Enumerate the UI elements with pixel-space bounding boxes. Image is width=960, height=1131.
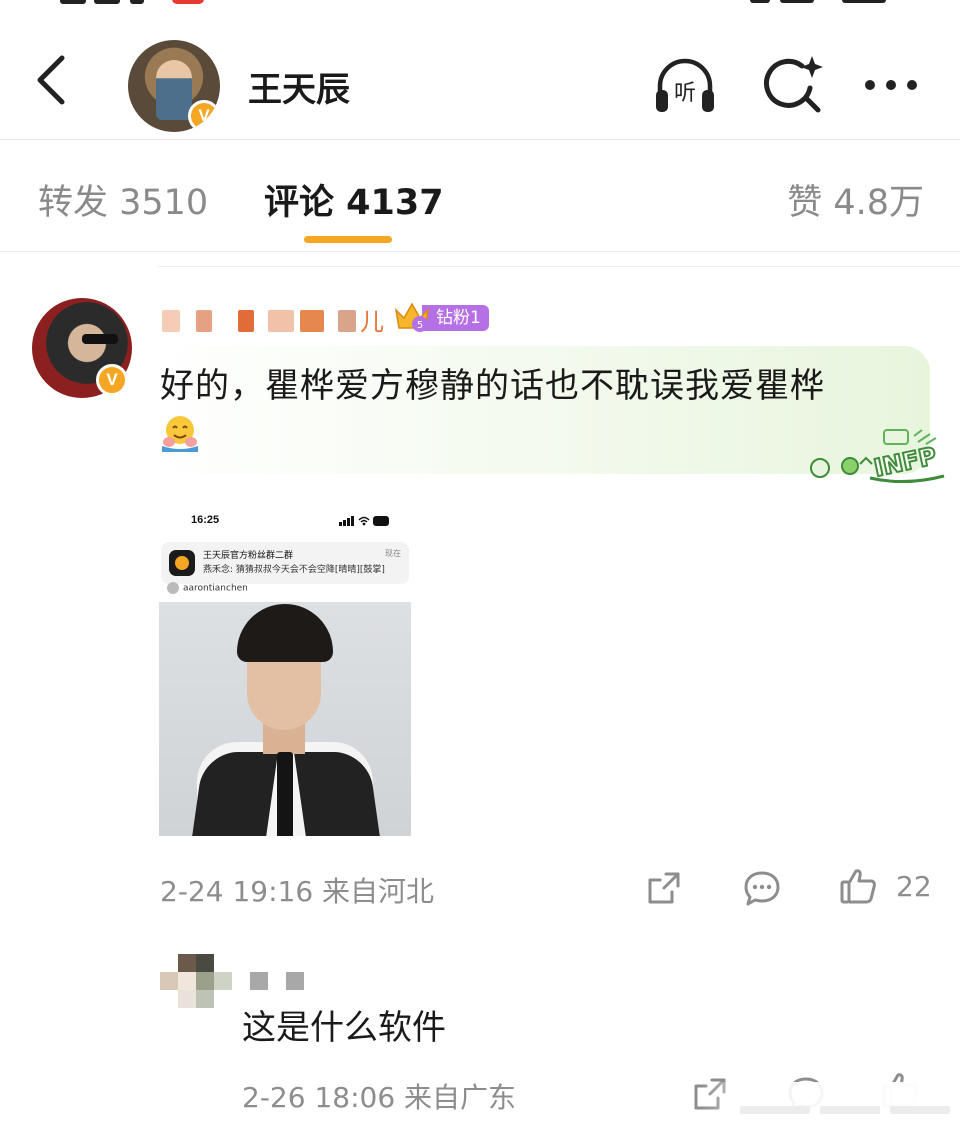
commenter-username-blurred[interactable]	[160, 302, 390, 336]
image-portrait-photo	[159, 602, 411, 836]
more-button[interactable]	[860, 52, 926, 118]
svg-text:5: 5	[417, 320, 423, 331]
back-button[interactable]	[28, 50, 78, 110]
more-dots-icon	[865, 80, 917, 90]
comment-meta: 2-24 19:16 来自河北	[160, 875, 435, 908]
infp-sticker-art: INFP	[810, 429, 945, 483]
reply-text: 这是什么软件	[242, 1008, 446, 1048]
svg-text:听: 听	[674, 81, 696, 106]
comment-image[interactable]: 16:25 王天辰官方粉丝群二群 现在 燕禾念: 猜猜叔叔今天会不会空降[晴晴]…	[159, 506, 411, 836]
share-icon[interactable]	[644, 868, 684, 908]
infp-sticker-text: INFP	[871, 442, 938, 482]
weibo-app-icon	[169, 550, 195, 576]
hug-emoji-icon	[162, 416, 198, 452]
verified-badge: V	[188, 100, 220, 132]
like-count: 22	[896, 870, 932, 903]
image-handle-text: aarontianchen	[183, 583, 248, 594]
fan-level-label: 钻粉1	[422, 305, 489, 331]
bottom-overlay-fade	[700, 1082, 960, 1131]
image-notification-body: 燕禾念: 猜猜叔叔今天会不会空降[晴晴][鼓掌]	[203, 565, 385, 575]
status-bar	[0, 0, 960, 12]
crown-icon: 5	[394, 302, 430, 332]
engagement-tabs: 转发 3510 评论 4137 赞 4.8万	[0, 140, 960, 252]
replier-avatar-blurred[interactable]	[160, 954, 236, 1008]
page-title[interactable]: 王天辰	[248, 62, 350, 111]
search-sparkle-icon	[764, 56, 823, 113]
commenter-username-suffix[interactable]: 儿	[360, 302, 384, 337]
tab-likes[interactable]: 赞 4.8万	[787, 174, 924, 225]
image-notification-title: 王天辰官方粉丝群二群	[203, 551, 294, 561]
search-button[interactable]	[760, 52, 826, 118]
reply-meta: 2-26 18:06 来自广东	[242, 1081, 517, 1114]
image-status-time: 16:25	[191, 514, 220, 526]
active-tab-indicator	[304, 236, 392, 243]
status-red-pill	[172, 0, 204, 4]
image-notification: 王天辰官方粉丝群二群 现在 燕禾念: 猜猜叔叔今天会不会空降[晴晴][鼓掌]	[161, 542, 409, 584]
author-avatar[interactable]: V	[128, 40, 220, 132]
headphones-icon: 听	[656, 58, 714, 112]
replier-username-blurred[interactable]	[250, 972, 310, 992]
tab-reposts[interactable]: 转发 3510	[38, 174, 208, 225]
divider	[158, 266, 960, 267]
status-icons-fragment	[750, 0, 900, 4]
listen-button[interactable]: 听	[652, 52, 718, 118]
comment-text: 好的，瞿桦爱方穆静的话也不耽误我爱瞿桦	[160, 366, 825, 406]
top-nav-bar: V 王天辰 听	[0, 20, 960, 140]
image-status-icons	[339, 516, 389, 526]
comment-icon[interactable]	[742, 868, 782, 908]
image-status-bar: 16:25	[159, 512, 411, 532]
chevron-left-icon	[37, 55, 65, 105]
infp-sticker: INFP	[806, 426, 948, 486]
image-account-handle: aarontianchen	[167, 582, 248, 594]
thumbs-up-icon[interactable]	[838, 866, 878, 906]
comment-detail-page: V 王天辰 听 转发 3510 评论 4137 赞 4.8万 V 儿 钻粉1 5…	[0, 0, 960, 1131]
image-notification-time: 现在	[385, 549, 401, 558]
tab-comments[interactable]: 评论 4137	[264, 174, 444, 225]
commenter-verified-badge: V	[96, 364, 128, 396]
